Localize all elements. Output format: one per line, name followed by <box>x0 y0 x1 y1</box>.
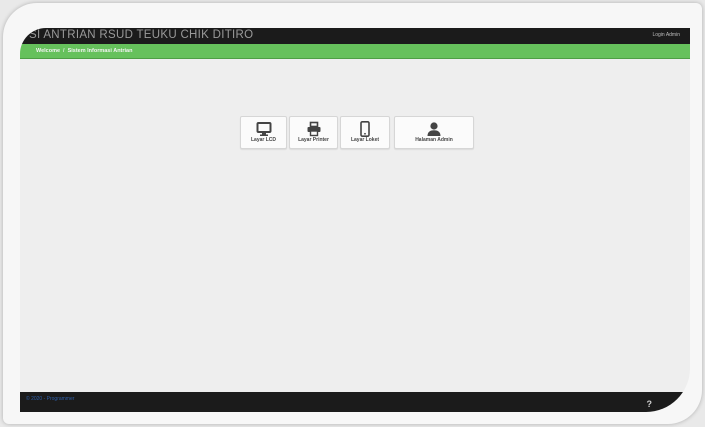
layar-printer-label: Layar Printer <box>298 137 329 143</box>
user-icon <box>427 122 441 136</box>
app-title[interactable]: SI ANTRIAN RSUD TEUKU CHIK DITIRO <box>29 29 253 41</box>
breadcrumb: Welcome / Sistem Informasi Antrian <box>20 44 690 59</box>
breadcrumb-home-link[interactable]: Welcome <box>36 48 60 54</box>
login-admin-link[interactable]: Login Admin <box>652 32 680 38</box>
halaman-admin-button[interactable]: Halaman Admin <box>394 116 474 149</box>
app-window: SI ANTRIAN RSUD TEUKU CHIK DITIRO Login … <box>20 28 690 412</box>
layar-printer-button[interactable]: Layar Printer <box>289 116 338 149</box>
help-button[interactable]: ? <box>647 399 653 409</box>
breadcrumb-current: Sistem Informasi Antrian <box>67 48 133 54</box>
layar-loket-label: Layar Loket <box>350 137 380 143</box>
layar-lcd-label: Layar LCD <box>250 137 276 143</box>
breadcrumb-separator: / <box>63 48 65 54</box>
halaman-admin-label: Halaman Admin <box>415 137 453 143</box>
monitor-icon <box>256 122 271 136</box>
layar-lcd-button[interactable]: Layar LCD <box>240 116 287 149</box>
top-navbar: SI ANTRIAN RSUD TEUKU CHIK DITIRO Login … <box>20 28 690 44</box>
mobile-icon <box>360 121 370 137</box>
printer-icon <box>307 121 320 137</box>
copyright-link[interactable]: © 2020 - Programmer <box>26 396 74 402</box>
layar-loket-button[interactable]: Layar Loket <box>340 116 390 149</box>
footer: © 2020 - Programmer ? <box>20 392 690 412</box>
